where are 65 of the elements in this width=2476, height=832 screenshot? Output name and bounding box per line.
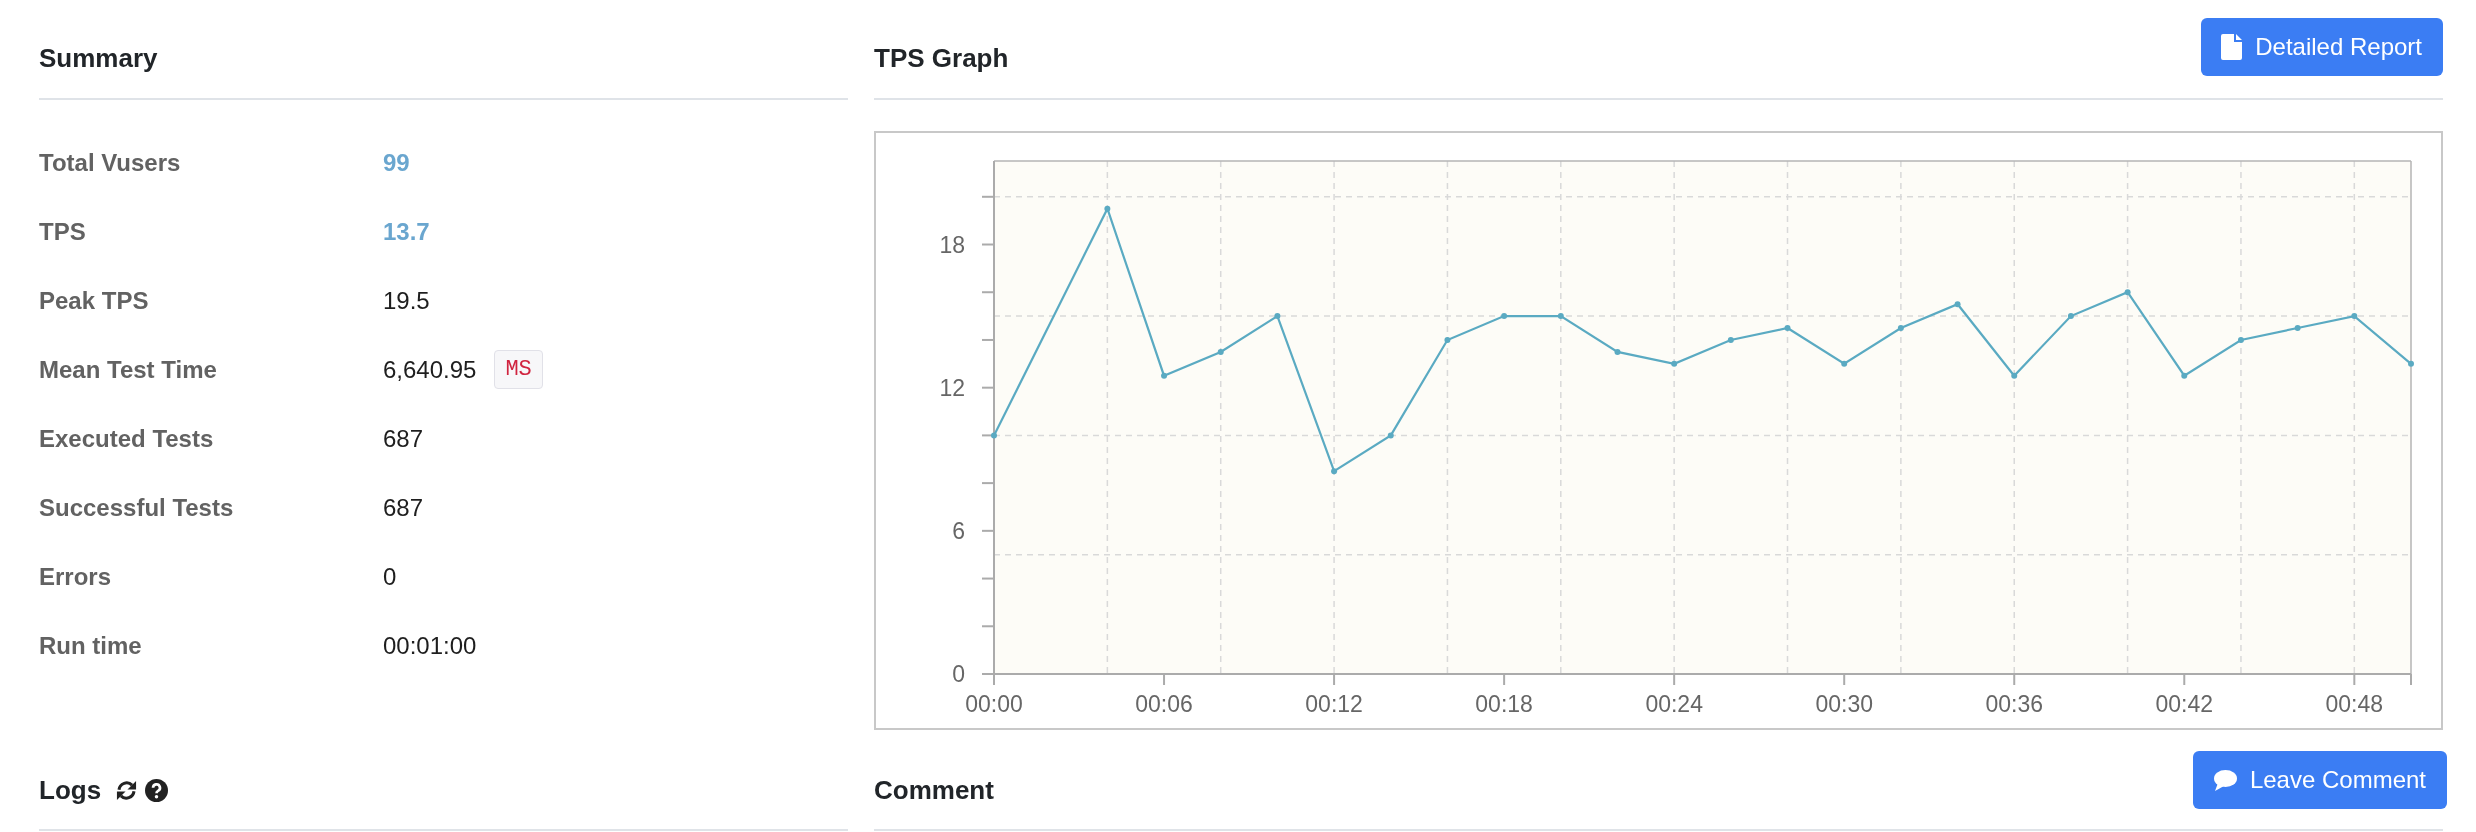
data-point bbox=[1841, 360, 1848, 367]
stat-label: Mean Test Time bbox=[39, 355, 217, 383]
data-point bbox=[2237, 336, 2244, 343]
file-icon bbox=[2221, 34, 2243, 60]
stat-value: 00:01:00 bbox=[383, 631, 477, 660]
data-point bbox=[1557, 313, 1564, 320]
stat-label: Executed Tests bbox=[39, 424, 214, 452]
data-point bbox=[1897, 325, 1904, 331]
stat-value: 687 bbox=[383, 424, 424, 453]
speech-bubble-icon bbox=[2212, 769, 2237, 791]
data-point bbox=[2181, 372, 2188, 379]
data-point bbox=[1104, 205, 1111, 212]
stat-value: 99 bbox=[383, 148, 410, 177]
stat-label: Total Vusers bbox=[39, 148, 181, 176]
data-point bbox=[1387, 432, 1394, 439]
stat-label: TPS bbox=[39, 217, 86, 245]
data-point bbox=[1217, 348, 1224, 355]
y-tick-label: 0 bbox=[952, 661, 965, 687]
data-point bbox=[1671, 360, 1678, 367]
stat-value: 13.7 bbox=[383, 217, 430, 246]
x-tick-label: 00:36 bbox=[1985, 691, 2043, 717]
x-tick-label: 00:42 bbox=[2155, 691, 2214, 717]
y-tick-label: 12 bbox=[939, 374, 965, 401]
data-point bbox=[1331, 468, 1338, 475]
section-title: Summary bbox=[39, 43, 158, 73]
stat-label: Run time bbox=[39, 631, 142, 659]
x-tick-label: 00:18 bbox=[1475, 691, 1533, 717]
section-title: Logs bbox=[39, 775, 102, 805]
stat-label: Peak TPS bbox=[39, 286, 149, 314]
stat-label: Successful Tests bbox=[39, 493, 234, 521]
detailed-report-button[interactable]: Detailed Report bbox=[2201, 18, 2443, 76]
data-point bbox=[991, 432, 997, 439]
data-point bbox=[2011, 372, 2018, 379]
stat-value: 687 bbox=[383, 493, 424, 522]
data-point bbox=[1954, 301, 1961, 308]
x-tick-label: 00:06 bbox=[1135, 691, 1193, 717]
refresh-icon[interactable] bbox=[115, 779, 139, 802]
data-point bbox=[2408, 360, 2414, 367]
unit-badge: MS bbox=[494, 350, 543, 389]
x-tick-label: 00:24 bbox=[1645, 691, 1703, 717]
section-title: TPS Graph bbox=[874, 43, 1009, 73]
data-point bbox=[1161, 372, 1168, 379]
stat-value: 6,640.95 bbox=[383, 355, 477, 384]
y-tick-label: 18 bbox=[939, 231, 965, 258]
x-tick-label: 00:00 bbox=[965, 691, 1023, 717]
data-point bbox=[2294, 325, 2301, 331]
section-title: Comment bbox=[874, 775, 994, 805]
x-tick-label: 00:30 bbox=[1815, 691, 1873, 717]
data-point bbox=[2067, 313, 2074, 320]
data-point bbox=[1501, 313, 1508, 320]
y-tick-label: 6 bbox=[952, 517, 965, 544]
leave-comment-button[interactable]: Leave Comment bbox=[2192, 751, 2447, 809]
x-tick-label: 00:12 bbox=[1305, 691, 1363, 717]
data-point bbox=[1784, 325, 1791, 331]
stat-value: 19.5 bbox=[383, 286, 430, 315]
data-point bbox=[1274, 313, 1281, 320]
data-point bbox=[2351, 313, 2358, 320]
data-point bbox=[2124, 289, 2131, 296]
help-icon[interactable] bbox=[145, 779, 169, 802]
data-point bbox=[1614, 348, 1621, 355]
data-point bbox=[1444, 336, 1451, 343]
stat-label: Errors bbox=[39, 562, 112, 590]
stat-value: 0 bbox=[383, 562, 397, 591]
x-tick-label: 00:48 bbox=[2325, 691, 2384, 717]
data-point bbox=[1727, 336, 1734, 343]
